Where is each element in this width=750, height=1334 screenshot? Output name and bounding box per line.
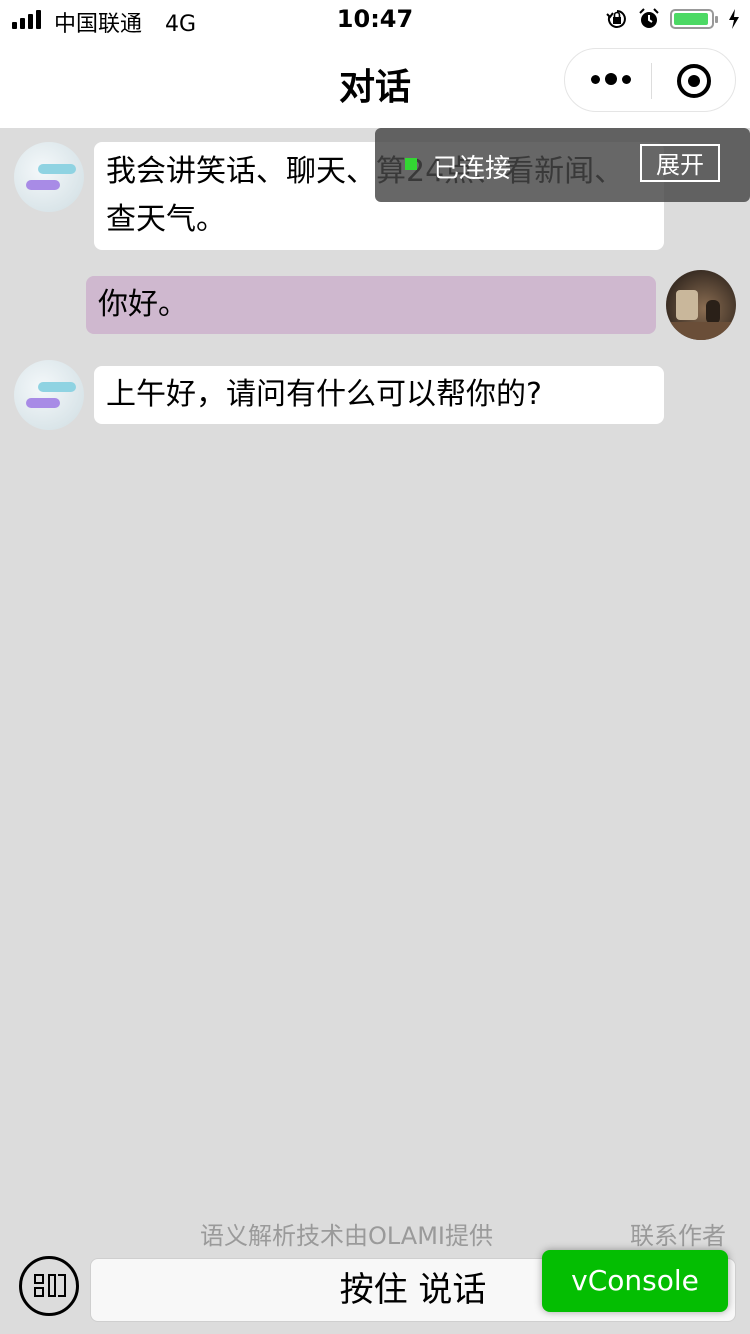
more-icon[interactable] bbox=[591, 73, 631, 85]
status-icons bbox=[606, 8, 740, 30]
status-bar: 中国联通 4G 10:47 bbox=[0, 0, 750, 40]
message-bubble-bot: 上午好，请问有什么可以帮你的? bbox=[94, 366, 664, 424]
close-target-icon[interactable] bbox=[677, 64, 711, 98]
keyboard-toggle-button[interactable] bbox=[19, 1256, 79, 1316]
user-avatar bbox=[666, 270, 736, 340]
battery-icon bbox=[670, 9, 718, 29]
connection-status: 已连接 bbox=[433, 154, 512, 184]
bot-avatar bbox=[14, 142, 84, 212]
capsule-divider bbox=[651, 63, 652, 99]
expand-button[interactable]: 展开 bbox=[640, 144, 720, 182]
mini-program-capsule bbox=[564, 48, 736, 112]
vconsole-status-banner: 已连接 展开 bbox=[375, 128, 750, 202]
bot-avatar bbox=[14, 360, 84, 430]
charging-icon bbox=[729, 9, 739, 29]
vconsole-button[interactable]: vConsole bbox=[542, 1250, 728, 1312]
orientation-lock-icon bbox=[606, 10, 626, 28]
message-bubble-user: 你好。 bbox=[86, 276, 656, 334]
nav-bar: 对话 bbox=[0, 40, 750, 128]
alarm-icon bbox=[639, 8, 659, 28]
connected-indicator bbox=[405, 158, 417, 170]
contact-author-link[interactable]: 联系作者 bbox=[630, 1216, 726, 1251]
credit-text: 语义解析技术由OLAMI提供 bbox=[200, 1222, 494, 1250]
